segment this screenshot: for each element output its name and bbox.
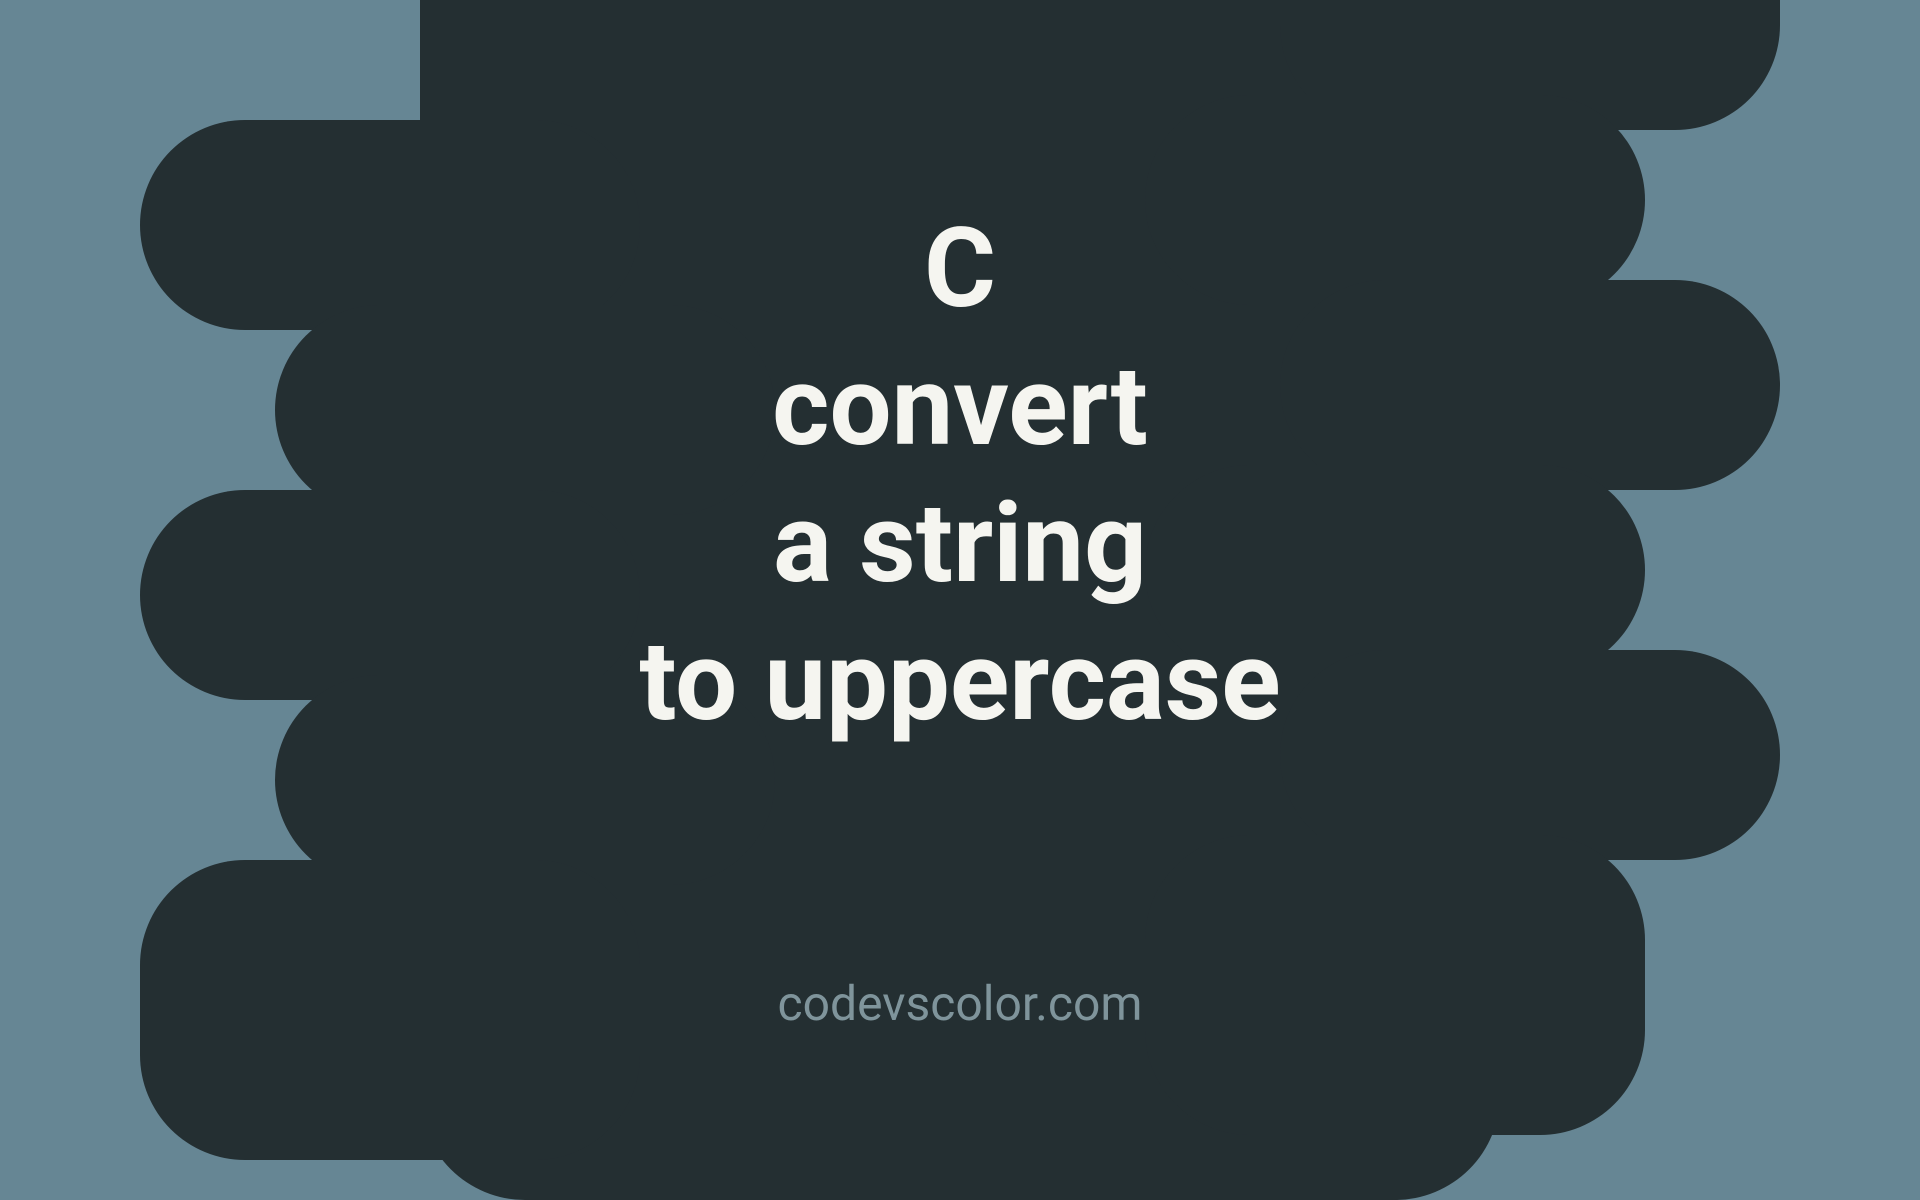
decorative-blob <box>140 120 640 330</box>
decorative-blob <box>140 860 640 1160</box>
decorative-blob <box>1280 280 1780 490</box>
title-block: C convert a string to uppercase <box>639 200 1280 750</box>
title-line-3: a string <box>639 475 1280 613</box>
watermark-text: codevscolor.com <box>778 975 1143 1032</box>
decorative-blob <box>1145 835 1645 1135</box>
title-line-1: C <box>639 200 1280 338</box>
decorative-blob <box>140 490 640 700</box>
decorative-blob <box>1280 650 1780 860</box>
title-line-4: to uppercase <box>639 613 1280 751</box>
title-line-2: convert <box>639 338 1280 476</box>
